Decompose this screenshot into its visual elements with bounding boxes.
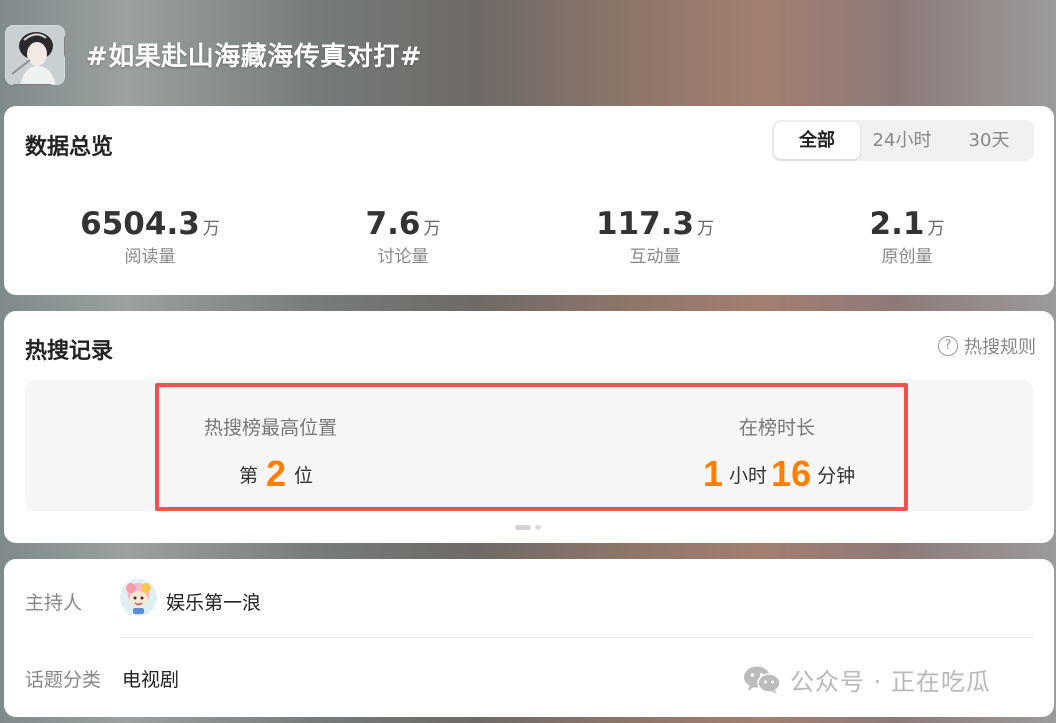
stat-value: 2.1	[869, 206, 925, 242]
divider	[120, 637, 1033, 638]
host-avatar[interactable]	[120, 579, 157, 616]
topic-info-card: 主持人 娱乐第一浪 话题分类 电视剧 公众号 · 正在吃瓜	[4, 559, 1054, 717]
host-label: 主持人	[25, 592, 83, 614]
duration-label: 在榜时长	[739, 417, 816, 439]
peak-rank-label: 热搜榜最高位置	[204, 417, 338, 439]
topic-header: #如果赴山海藏海传真对打#	[0, 0, 1056, 106]
category-label: 话题分类	[25, 669, 102, 691]
tab-30-days[interactable]: 30天	[948, 122, 1030, 159]
stat-label: 阅读量	[124, 247, 176, 267]
rules-label: 热搜规则	[964, 337, 1036, 358]
stat-label: 讨论量	[377, 247, 429, 267]
stat-reads: 6504.3 万 阅读量	[30, 206, 270, 267]
tab-all[interactable]: 全部	[774, 122, 860, 159]
stat-discussions: 7.6 万 讨论量	[283, 206, 523, 267]
hot-search-rules-link[interactable]: ? 热搜规则	[938, 333, 1036, 359]
help-circle-icon: ?	[938, 336, 958, 356]
watermark: 公众号 · 正在吃瓜	[742, 662, 991, 697]
stat-unit: 万	[423, 219, 441, 239]
hot-search-title: 热搜记录	[25, 339, 114, 364]
duration-value: 1 小时 16 分钟	[703, 453, 855, 495]
peak-rank-prefix: 第	[239, 465, 259, 487]
stat-value: 6504.3	[80, 206, 200, 242]
stat-unit: 万	[697, 219, 715, 239]
time-range-tabs: 全部 24小时 30天	[772, 120, 1034, 161]
host-name[interactable]: 娱乐第一浪	[166, 588, 261, 615]
duration-minutes-unit: 分钟	[817, 465, 856, 487]
carousel-pager	[515, 517, 545, 536]
stat-value: 7.6	[365, 206, 421, 242]
topic-title: #如果赴山海藏海传真对打#	[86, 42, 423, 72]
duration-hours-unit: 小时	[729, 465, 768, 487]
topic-page: #如果赴山海藏海传真对打# 数据总览 全部 24小时 30天 6504.3 万 阅…	[0, 0, 1056, 723]
hot-search-panel[interactable]: 热搜榜最高位置 第2位 在榜时长 1 小时 16 分钟	[25, 380, 1033, 511]
pager-dot[interactable]	[535, 525, 541, 530]
pager-dot-active[interactable]	[515, 525, 531, 530]
category-value[interactable]: 电视剧	[122, 665, 179, 692]
stat-value: 117.3	[595, 206, 695, 242]
peak-rank-suffix: 位	[294, 465, 314, 487]
stat-unit: 万	[927, 219, 945, 239]
overview-title: 数据总览	[25, 135, 114, 160]
peak-rank-value: 第2位	[239, 453, 313, 495]
stat-label: 原创量	[881, 247, 933, 267]
highlight-box: 热搜榜最高位置 第2位 在榜时长 1 小时 16 分钟	[155, 383, 908, 511]
stat-interactions: 117.3 万 互动量	[535, 206, 775, 267]
stat-original-posts: 2.1 万 原创量	[787, 206, 1027, 267]
peak-rank-number: 2	[266, 453, 287, 494]
wechat-icon	[744, 666, 781, 694]
topic-cover-image	[5, 25, 65, 85]
watermark-text: 公众号 · 正在吃瓜	[790, 668, 991, 696]
hot-search-card: 热搜记录 ? 热搜规则 热搜榜最高位置 第2位 在榜时长 1 小时 16 分钟	[4, 311, 1054, 543]
duration-hours: 1	[703, 453, 724, 494]
stat-label: 互动量	[629, 247, 681, 267]
duration-minutes: 16	[771, 453, 812, 494]
tab-24-hours[interactable]: 24小时	[860, 122, 944, 159]
overview-card: 数据总览 全部 24小时 30天 6504.3 万 阅读量 7.6 万 讨论量 11…	[4, 106, 1054, 295]
stat-unit: 万	[202, 219, 220, 239]
